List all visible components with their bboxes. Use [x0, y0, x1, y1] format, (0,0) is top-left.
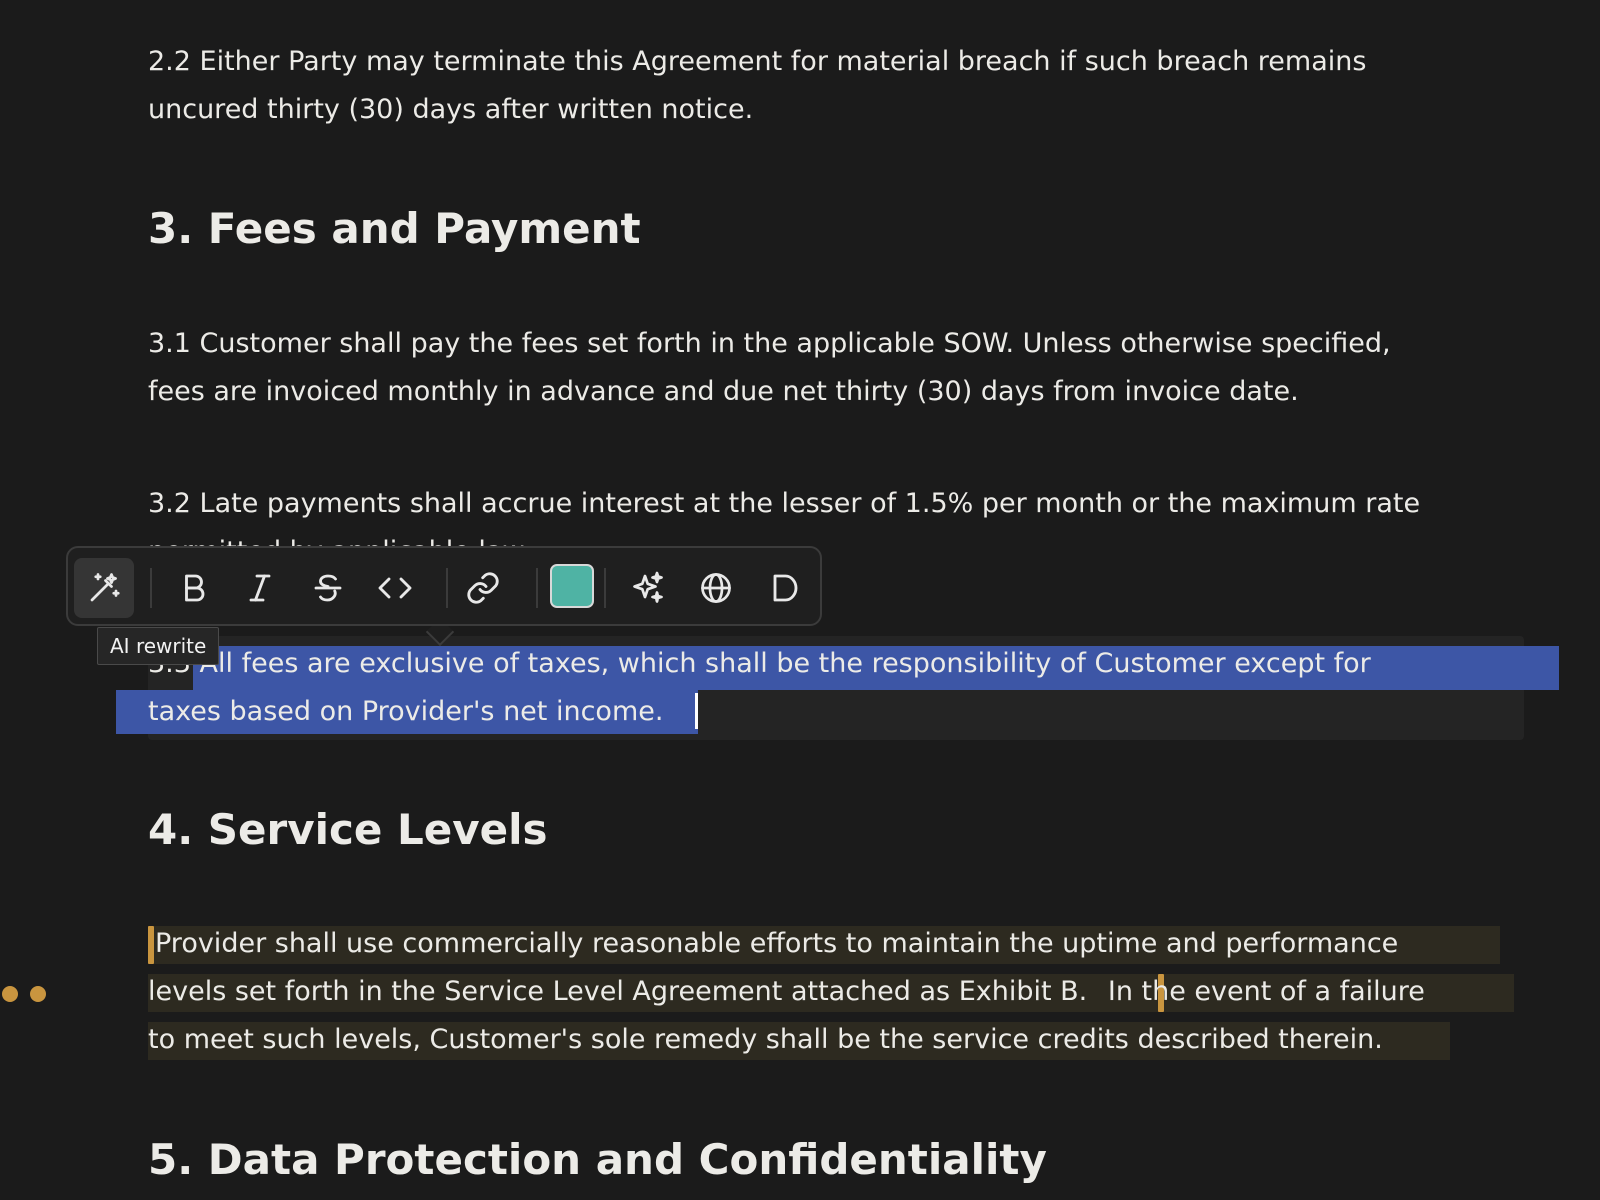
link-button[interactable]	[453, 558, 513, 618]
text-cursor	[695, 693, 698, 729]
more-button[interactable]	[754, 558, 814, 618]
strikethrough-icon	[314, 574, 342, 602]
italic-button[interactable]	[230, 558, 290, 618]
toolbar-separator	[446, 568, 448, 608]
strikethrough-button[interactable]	[298, 558, 358, 618]
play-icon	[773, 574, 798, 602]
clause-2-2-line1: 2.2 Either Party may terminate this Agre…	[148, 46, 1367, 77]
code-icon	[378, 577, 412, 599]
translate-button[interactable]	[686, 558, 746, 618]
bold-icon	[185, 574, 205, 602]
toolbar-separator	[536, 568, 538, 608]
clause-4-line3: to meet such levels, Customer's sole rem…	[148, 1024, 1383, 1055]
toolbar-separator	[150, 568, 152, 608]
section-5-heading[interactable]: 5. Data Protection and Confidentiality	[148, 1134, 1047, 1186]
clause-3-3-line1-text: All fees are exclusive of taxes, which s…	[199, 648, 1371, 679]
italic-icon	[249, 574, 271, 602]
collaborator-avatar-dot[interactable]	[2, 986, 18, 1002]
clause-4-line3-row: to meet such levels, Customer's sole rem…	[148, 1016, 1518, 1064]
clause-4-line2b: In the event of a failure	[1107, 976, 1425, 1007]
link-icon	[467, 572, 499, 604]
ai-rewrite-button[interactable]	[74, 558, 134, 618]
collaborator-cursor	[148, 926, 154, 964]
ai-sparkle-button[interactable]	[618, 558, 678, 618]
clause-4[interactable]: Provider shall use commercially reasonab…	[155, 920, 1525, 968]
clause-3-1[interactable]: 3.1 Customer shall pay the fees set fort…	[148, 320, 1518, 416]
clause-2-2-line2: uncured thirty (30) days after written n…	[148, 94, 754, 125]
clause-4-line1: Provider shall use commercially reasonab…	[155, 928, 1399, 959]
color-swatch-icon[interactable]	[550, 564, 594, 608]
section-4-heading[interactable]: 4. Service Levels	[148, 804, 548, 856]
clause-3-1-line2: fees are invoiced monthly in advance and…	[148, 376, 1299, 407]
clause-3-1-line1: 3.1 Customer shall pay the fees set fort…	[148, 328, 1391, 359]
clause-4-line2a: levels set forth in the Service Level Ag…	[148, 976, 1096, 1007]
globe-icon	[701, 573, 731, 603]
bold-button[interactable]	[164, 558, 224, 618]
collaborator-avatar-dot[interactable]	[30, 986, 46, 1002]
sparkle-icon	[633, 571, 663, 603]
magic-wand-icon	[90, 573, 120, 602]
editor-page: 2.2 Either Party may terminate this Agre…	[0, 0, 1600, 1200]
clause-3-3-line2: taxes based on Provider's net income.	[148, 696, 664, 727]
clause-3-3-line1: 3.3 All fees are exclusive of taxes, whi…	[148, 640, 1518, 688]
toolbar-separator	[604, 568, 606, 608]
ai-rewrite-tooltip: AI rewrite	[97, 627, 220, 665]
clause-4-line2-row: levels set forth in the Service Level Ag…	[148, 968, 1518, 1016]
clause-2-2[interactable]: 2.2 Either Party may terminate this Agre…	[148, 38, 1518, 134]
clause-3-3[interactable]: 3.3 All fees are exclusive of taxes, whi…	[148, 640, 1518, 736]
formatting-toolbar	[66, 546, 822, 626]
section-3-heading[interactable]: 3. Fees and Payment	[148, 203, 641, 255]
code-button[interactable]	[365, 558, 425, 618]
clause-3-2-line1: 3.2 Late payments shall accrue interest …	[148, 488, 1421, 519]
